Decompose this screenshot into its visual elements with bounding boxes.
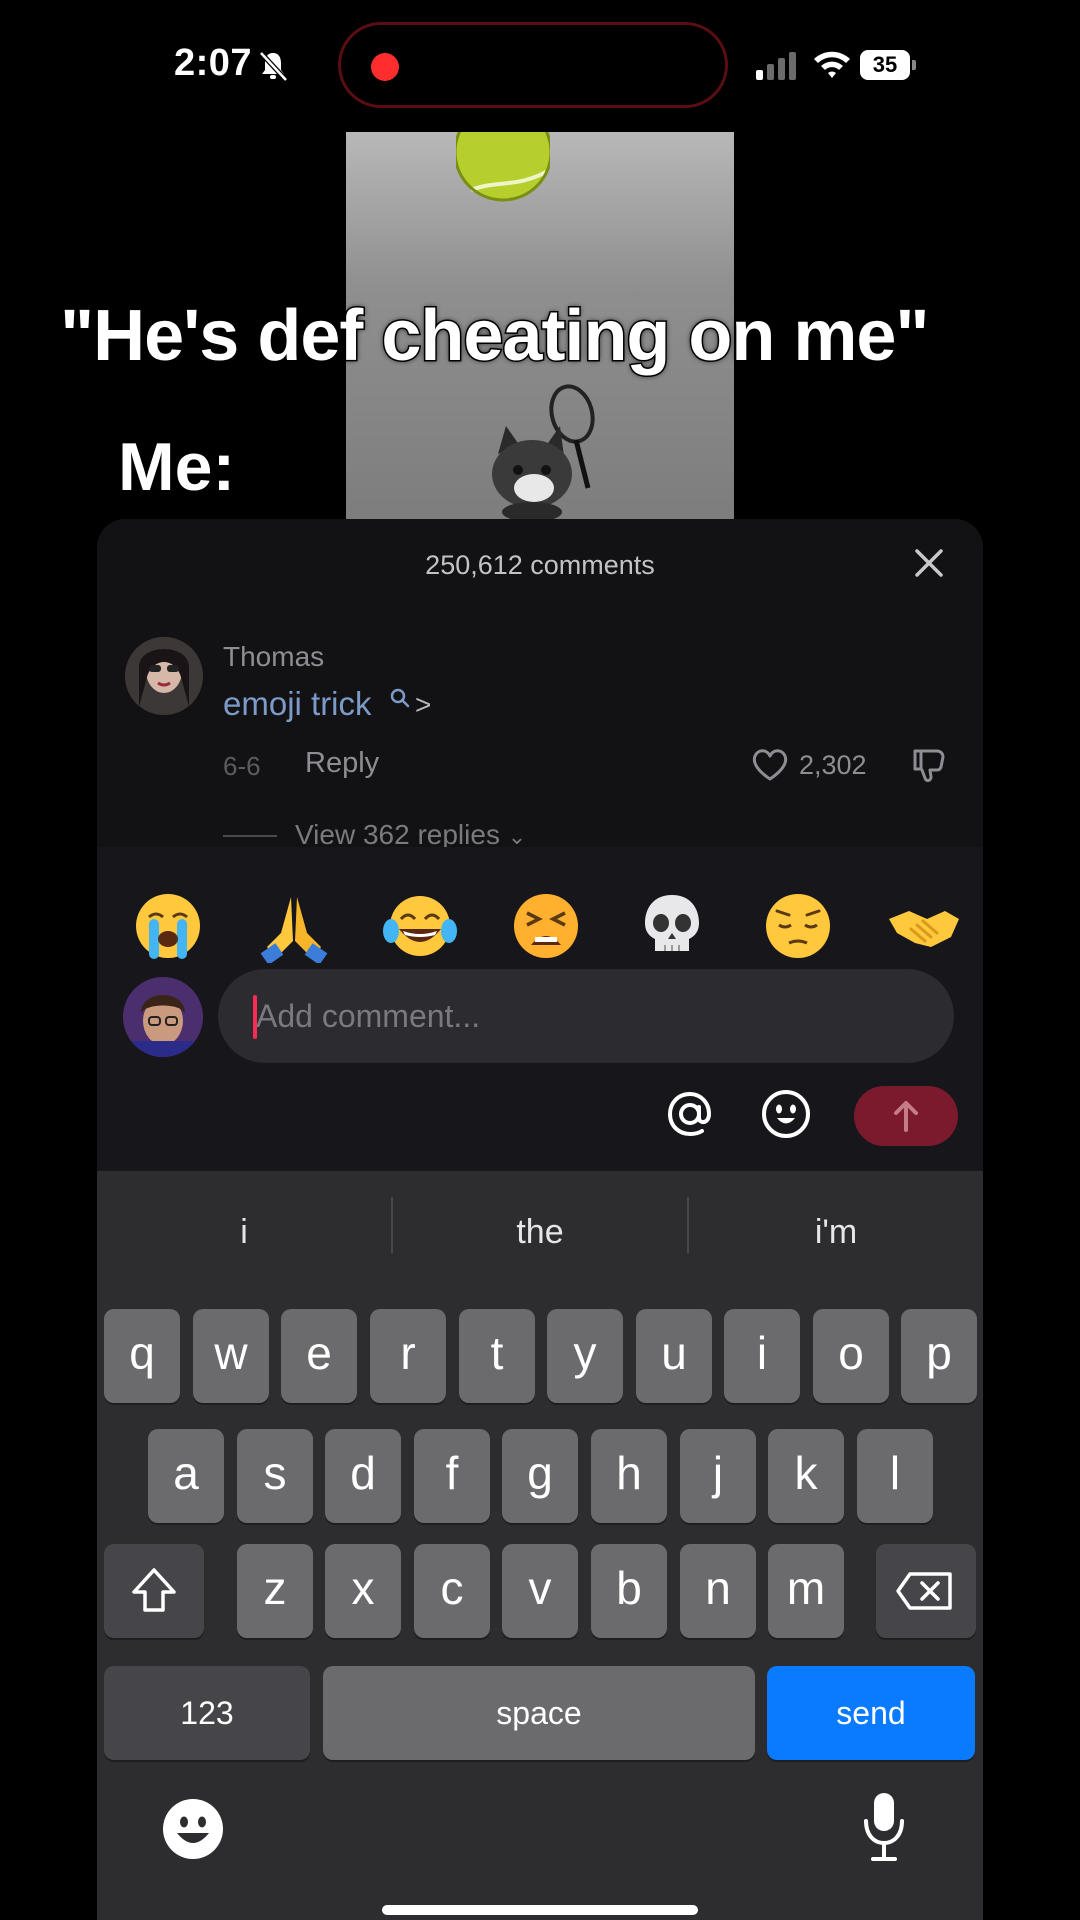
folded-hands-emoji[interactable]: [257, 889, 331, 963]
cellular-signal-icon: [756, 52, 796, 80]
delete-key[interactable]: [876, 1544, 976, 1638]
user-avatar: [123, 977, 203, 1057]
key-n[interactable]: n: [680, 1544, 756, 1638]
key-t[interactable]: t: [459, 1309, 535, 1403]
comments-sheet: 250,612 comments Thomas emoji trick > 6-…: [97, 519, 983, 1920]
system-keyboard: i the i'm q w e r t y u i o p a s d f g …: [97, 1171, 983, 1920]
backspace-icon: [896, 1572, 952, 1610]
key-b[interactable]: b: [591, 1544, 667, 1638]
key-l[interactable]: l: [857, 1429, 933, 1523]
key-e[interactable]: e: [281, 1309, 357, 1403]
key-w[interactable]: w: [193, 1309, 269, 1403]
key-v[interactable]: v: [502, 1544, 578, 1638]
wifi-icon: [814, 51, 850, 78]
key-a[interactable]: a: [148, 1429, 224, 1523]
send-key[interactable]: send: [767, 1666, 975, 1760]
comment-placeholder: Add comment...: [256, 998, 481, 1034]
key-g[interactable]: g: [502, 1429, 578, 1523]
status-time: 2:07: [174, 42, 253, 84]
dynamic-island: [338, 22, 728, 108]
close-icon[interactable]: [911, 545, 947, 581]
key-p[interactable]: p: [901, 1309, 977, 1403]
key-x[interactable]: x: [325, 1544, 401, 1638]
key-o[interactable]: o: [813, 1309, 889, 1403]
at-sign-icon[interactable]: [663, 1087, 717, 1141]
microphone-icon[interactable]: [861, 1791, 907, 1863]
bell-slash-icon: [259, 51, 288, 82]
key-j[interactable]: j: [680, 1429, 756, 1523]
battery-icon: 35: [860, 50, 918, 80]
key-z[interactable]: z: [237, 1544, 313, 1638]
thumbs-down-icon[interactable]: [909, 745, 949, 785]
tired-face-emoji[interactable]: [509, 889, 583, 963]
key-h[interactable]: h: [591, 1429, 667, 1523]
key-d[interactable]: d: [325, 1429, 401, 1523]
pensive-face-emoji[interactable]: [761, 889, 835, 963]
search-icon[interactable]: [389, 687, 411, 709]
comment-date: 6-6: [223, 751, 261, 781]
key-u[interactable]: u: [636, 1309, 712, 1403]
comment-author[interactable]: Thomas: [223, 641, 324, 673]
face-with-tears-of-joy-emoji[interactable]: [383, 889, 457, 963]
smiley-icon[interactable]: [759, 1087, 813, 1141]
cat-with-racket-image: [492, 384, 595, 520]
key-m[interactable]: m: [768, 1544, 844, 1638]
space-key[interactable]: space: [323, 1666, 755, 1760]
record-dot-icon: [371, 53, 399, 81]
shift-key[interactable]: [104, 1544, 204, 1638]
heart-icon[interactable]: [751, 747, 789, 783]
key-i[interactable]: i: [724, 1309, 800, 1403]
battery-level: 35: [860, 50, 910, 80]
key-c[interactable]: c: [414, 1544, 490, 1638]
emoji-keyboard-icon[interactable]: [161, 1797, 225, 1861]
key-f[interactable]: f: [414, 1429, 490, 1523]
key-y[interactable]: y: [547, 1309, 623, 1403]
suggestion-3[interactable]: i'm: [689, 1213, 983, 1252]
like-count: 2,302: [799, 750, 867, 780]
video-caption-line2: Me:: [116, 428, 236, 507]
skull-emoji[interactable]: [635, 889, 709, 963]
home-indicator[interactable]: [382, 1905, 698, 1915]
text-cursor: [253, 995, 257, 1039]
key-r[interactable]: r: [370, 1309, 446, 1403]
suggestion-2[interactable]: the: [393, 1213, 687, 1252]
chevron-down-icon: ⌄: [507, 824, 527, 849]
post-comment-button[interactable]: [854, 1086, 958, 1146]
key-q[interactable]: q: [104, 1309, 180, 1403]
add-comment-input[interactable]: Add comment...: [218, 969, 954, 1063]
shift-arrow-icon: [132, 1568, 176, 1612]
key-k[interactable]: k: [768, 1429, 844, 1523]
arrow-up-icon: [894, 1101, 918, 1132]
tennis-ball-image: [456, 132, 550, 202]
suggestion-1[interactable]: i: [97, 1213, 391, 1252]
replies-divider: [223, 835, 277, 837]
commenter-avatar[interactable]: [125, 637, 203, 715]
video-caption-line1: "He's def cheating on me": [59, 295, 932, 378]
chevron-right-icon[interactable]: >: [415, 689, 431, 721]
numbers-key[interactable]: 123: [104, 1666, 310, 1760]
comments-count: 250,612 comments: [425, 550, 655, 580]
key-s[interactable]: s: [237, 1429, 313, 1523]
loudly-crying-face-emoji[interactable]: [131, 889, 205, 963]
reply-button[interactable]: Reply: [305, 747, 379, 780]
view-replies-label: View 362 replies: [295, 819, 500, 850]
handshake-emoji[interactable]: [887, 889, 961, 963]
comment-text[interactable]: emoji trick: [223, 685, 372, 723]
